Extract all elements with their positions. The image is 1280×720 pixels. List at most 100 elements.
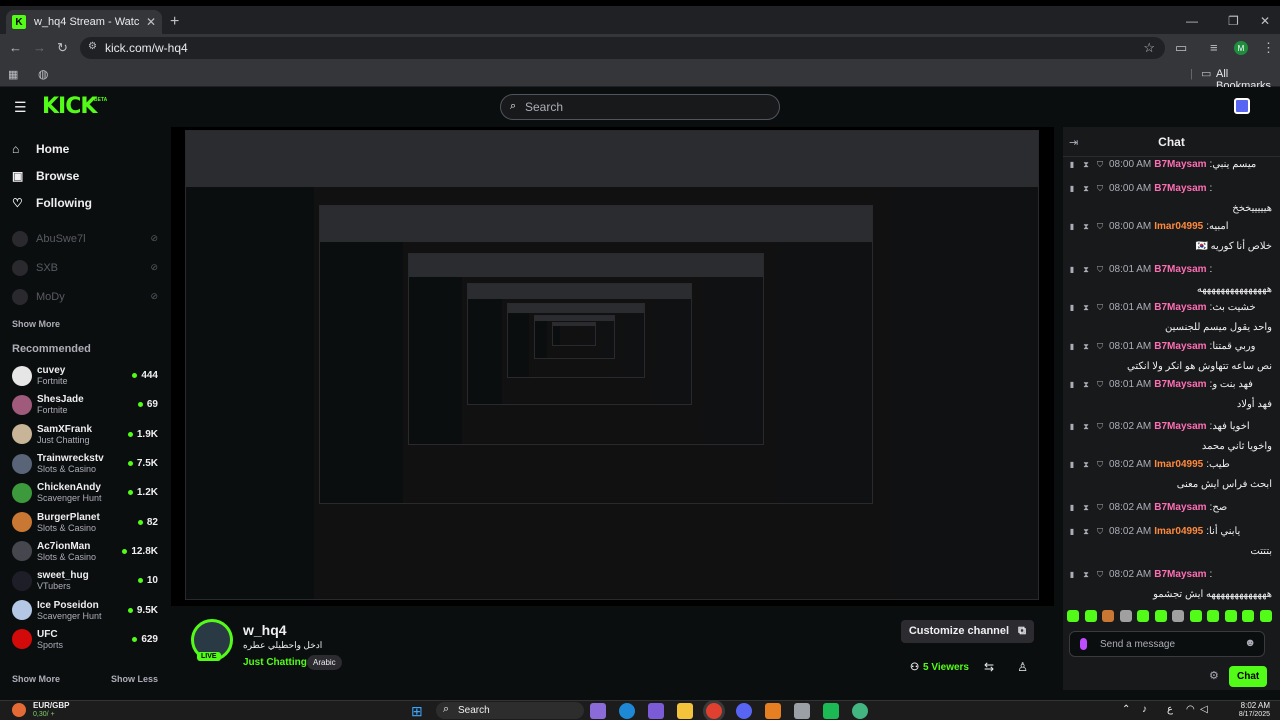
close-window-icon[interactable]: ✕: [1260, 14, 1270, 28]
show-more-button[interactable]: Show More: [12, 674, 60, 684]
profile-avatar[interactable]: M: [1234, 41, 1248, 55]
tray-chevron-icon[interactable]: ⌃: [1122, 704, 1130, 715]
reading-list-icon[interactable]: ≡: [1210, 40, 1218, 55]
chat-message[interactable]: ▮ ⧗ ⛉ 08:02 AM B7Maysam: صح: [1067, 498, 1272, 518]
microphone-icon[interactable]: [1080, 638, 1087, 650]
menu-kebab-icon[interactable]: ⋮: [1262, 40, 1275, 56]
followed-channel[interactable]: MoDy ⊘: [0, 282, 170, 311]
chat-message[interactable]: ▮ ⧗ ⛉ 08:00 AM Imar04995: امبيه خلاص أنا كوري…: [1067, 217, 1272, 256]
taskbar-time[interactable]: 8:02 AM: [1234, 701, 1270, 710]
recommended-channel[interactable]: SamXFrank Just Chatting 1.9K: [0, 420, 170, 449]
emote-icon[interactable]: [1224, 610, 1237, 622]
followed-channel[interactable]: SXB ⊘: [0, 253, 170, 282]
vlc-icon[interactable]: [765, 703, 781, 719]
channel-name[interactable]: w_hq4: [243, 622, 287, 638]
customize-channel-button[interactable]: Customize channel ⧉: [900, 620, 1034, 643]
chat-username[interactable]: B7Maysam: [1154, 298, 1206, 318]
language-tag[interactable]: Arabic: [307, 655, 342, 670]
nav-browse[interactable]: ▣ Browse: [0, 162, 170, 189]
emote-icon[interactable]: [1242, 610, 1255, 622]
recommended-channel[interactable]: ShesJade Fortnite 69: [0, 390, 170, 419]
restore-icon[interactable]: ❐: [1228, 14, 1239, 28]
volume-icon[interactable]: ◁: [1200, 704, 1208, 715]
taskbar-search[interactable]: ⌕ Search: [436, 702, 584, 719]
chat-message[interactable]: ▮ ⧗ ⛉ 08:02 AM Imar04995: يابني أنا بتتتت: [1067, 522, 1272, 561]
chat-message[interactable]: ▮ ⧗ ⛉ 08:02 AM B7Maysam: اخويا فهد واخويا ثان…: [1067, 417, 1272, 456]
weather-widget-icon[interactable]: [12, 703, 26, 717]
show-more-followed-button[interactable]: Show More: [0, 311, 170, 337]
taskbar-app-icon[interactable]: [794, 703, 810, 719]
follow-user-icon[interactable]: ♙: [1017, 660, 1028, 674]
emote-icon[interactable]: [1172, 610, 1185, 622]
chat-username[interactable]: Imar04995: [1154, 455, 1203, 475]
chat-username[interactable]: B7Maysam: [1154, 565, 1206, 585]
emote-icon[interactable]: [1259, 610, 1272, 622]
chat-username[interactable]: B7Maysam: [1154, 179, 1206, 199]
search-input[interactable]: ⌕ Search: [500, 94, 780, 120]
recommended-channel[interactable]: UFC Sports 629: [0, 625, 170, 654]
show-less-button[interactable]: Show Less: [111, 674, 158, 684]
close-tab-icon[interactable]: ✕: [146, 15, 156, 29]
recommended-channel[interactable]: Ac7ionMan Slots & Casino 12.8K: [0, 537, 170, 566]
chat-username[interactable]: B7Maysam: [1154, 417, 1206, 437]
nav-following[interactable]: ♡ Following: [0, 189, 170, 216]
copilot-icon[interactable]: [648, 703, 664, 719]
recommended-channel[interactable]: sweet_hug VTubers 10: [0, 566, 170, 595]
recommended-channel[interactable]: BurgerPlanet Slots & Casino 82: [0, 507, 170, 536]
cast-icon[interactable]: ▭: [1175, 40, 1187, 56]
discord-icon[interactable]: [736, 703, 752, 719]
user-avatar[interactable]: [1234, 98, 1250, 114]
apps-grid-icon[interactable]: ▦: [8, 68, 18, 81]
emote-icon[interactable]: [1102, 610, 1115, 622]
video-player[interactable]: [171, 127, 1054, 606]
share-icon[interactable]: ⇆: [984, 660, 994, 674]
chat-username[interactable]: Imar04995: [1154, 217, 1203, 237]
emote-icon[interactable]: [1119, 610, 1132, 622]
chat-username[interactable]: B7Maysam: [1154, 498, 1206, 518]
recommended-channel[interactable]: Trainwreckstv Slots & Casino 7.5K: [0, 449, 170, 478]
globe-icon[interactable]: ◍: [38, 67, 48, 81]
emote-icon[interactable]: [1137, 610, 1150, 622]
chat-message[interactable]: ▮ ⧗ ⛉ 08:02 AM Imar04995: طيب ابحث فراس ايش م…: [1067, 455, 1272, 494]
bookmark-star-icon[interactable]: ☆: [1143, 40, 1155, 56]
language-indicator[interactable]: ع: [1167, 704, 1173, 715]
chat-message[interactable]: ▮ ⧗ ⛉ 08:02 AM B7Maysam: هههههههههههههه ايش …: [1067, 565, 1272, 604]
recommended-channel[interactable]: ChickenAndy Scavenger Hunt 1.2K: [0, 478, 170, 507]
edge-icon[interactable]: [619, 703, 635, 719]
chat-username[interactable]: B7Maysam: [1154, 260, 1206, 280]
chat-settings-gear-icon[interactable]: ⚙: [1209, 669, 1219, 682]
taskbar-date[interactable]: 8/17/2025: [1230, 711, 1270, 718]
hamburger-menu-icon[interactable]: ☰: [14, 99, 27, 116]
taskbar-app-icon[interactable]: [852, 703, 868, 719]
minimize-icon[interactable]: —: [1186, 14, 1198, 28]
taskbar-app-icon[interactable]: [590, 703, 606, 719]
chat-message[interactable]: ▮ ⧗ ⛉ 08:01 AM B7Maysam: خشيت بث واحد يقول مي…: [1067, 298, 1272, 337]
chat-message-input[interactable]: Send a message ☻: [1069, 631, 1265, 657]
chat-username[interactable]: B7Maysam: [1154, 375, 1206, 395]
emote-icon[interactable]: [1084, 610, 1097, 622]
microphone-tray-icon[interactable]: ♪: [1142, 704, 1147, 715]
reload-icon[interactable]: ↻: [57, 40, 68, 56]
wifi-icon[interactable]: ◠: [1186, 704, 1195, 715]
chat-message[interactable]: ▮ ⧗ ⛉ 08:01 AM B7Maysam: فهد بنت و فهد أولاد: [1067, 375, 1272, 414]
back-icon[interactable]: ←: [9, 40, 22, 55]
chat-message[interactable]: ▮ ⧗ ⛉ 08:00 AM B7Maysam: هيييييخخخ: [1067, 179, 1272, 218]
forward-icon[interactable]: →: [33, 40, 46, 55]
emote-icon[interactable]: [1154, 610, 1167, 622]
emoji-icon[interactable]: ☻: [1244, 637, 1256, 649]
windows-start-icon[interactable]: ⊞: [411, 703, 423, 720]
chat-username[interactable]: Imar04995: [1154, 522, 1203, 542]
followed-channel[interactable]: AbuSwe7l ⊘: [0, 224, 170, 253]
browser-tab[interactable]: K w_hq4 Stream - Watch Live on K ✕: [6, 10, 162, 34]
file-explorer-icon[interactable]: [677, 703, 693, 719]
address-bar[interactable]: ⚙ kick.com/w-hq4 ☆: [80, 37, 1165, 59]
recommended-channel[interactable]: Ice Poseidon Scavenger Hunt 9.5K: [0, 595, 170, 624]
send-chat-button[interactable]: Chat: [1229, 666, 1268, 687]
new-tab-icon[interactable]: +: [170, 13, 179, 31]
kick-logo[interactable]: KICK: [42, 94, 97, 119]
recommended-channel[interactable]: cuvey Fortnite 444: [0, 361, 170, 390]
chrome-icon[interactable]: [706, 703, 722, 719]
site-info-icon[interactable]: ⚙: [88, 41, 97, 52]
emote-icon[interactable]: [1207, 610, 1220, 622]
emote-icon[interactable]: [1067, 610, 1079, 622]
